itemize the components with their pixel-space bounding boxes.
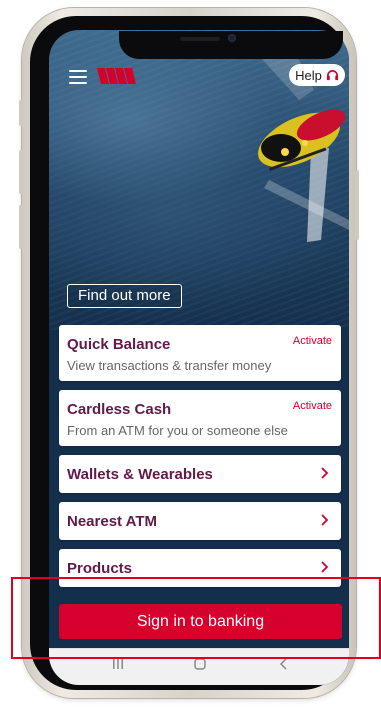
quick-balance-subtitle: View transactions & transfer money — [67, 358, 272, 373]
find-out-more-button[interactable]: Find out more — [67, 284, 182, 308]
cardless-cash-card[interactable]: Cardless Cash From an ATM for you or som… — [59, 390, 341, 446]
help-button[interactable]: Help — [289, 64, 345, 86]
back-icon[interactable] — [277, 657, 291, 671]
phone-volume-down-button — [19, 205, 23, 249]
home-icon[interactable] — [193, 657, 207, 671]
hamburger-icon[interactable] — [69, 70, 87, 84]
headset-icon — [326, 69, 338, 80]
cardless-cash-title: Cardless Cash — [67, 401, 172, 418]
chevron-right-icon — [321, 467, 329, 479]
quick-balance-title: Quick Balance — [67, 336, 171, 353]
chevron-right-icon — [321, 561, 329, 573]
phone-speaker — [180, 37, 220, 41]
chevron-right-icon — [321, 514, 329, 526]
phone-side-button — [19, 100, 23, 126]
wallets-wearables-title: Wallets & Wearables — [67, 466, 213, 483]
recent-apps-icon[interactable] — [111, 657, 125, 671]
wallets-wearables-item[interactable]: Wallets & Wearables — [59, 455, 341, 493]
front-camera — [228, 34, 236, 42]
quick-balance-card[interactable]: Quick Balance View transactions & transf… — [59, 325, 341, 381]
quick-balance-activate-link[interactable]: Activate — [293, 335, 332, 347]
cardless-cash-subtitle: From an ATM for you or someone else — [67, 423, 288, 438]
highlight-box — [11, 577, 381, 659]
phone-volume-up-button — [19, 150, 23, 194]
products-title: Products — [67, 560, 133, 577]
nearest-atm-item[interactable]: Nearest ATM — [59, 502, 341, 540]
phone-power-button — [355, 170, 359, 240]
cardless-cash-activate-link[interactable]: Activate — [293, 400, 332, 412]
help-label: Help — [295, 67, 322, 83]
westpac-w-logo — [97, 68, 137, 89]
nearest-atm-title: Nearest ATM — [67, 513, 158, 530]
